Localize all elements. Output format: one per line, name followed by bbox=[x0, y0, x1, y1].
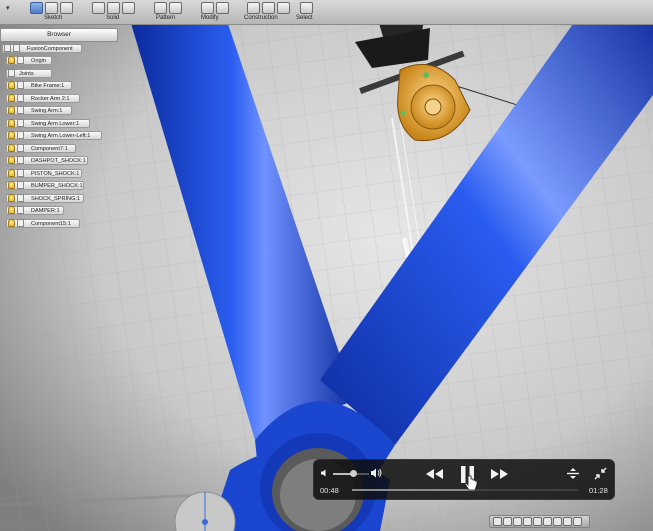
component-icon bbox=[17, 131, 24, 139]
axis-icon[interactable] bbox=[262, 2, 275, 14]
display-settings-icon[interactable] bbox=[573, 517, 582, 526]
browser-panel: Browser FusionComponent Origin Joints Bi… bbox=[0, 28, 118, 230]
visibility-bulb-icon[interactable] bbox=[8, 168, 15, 177]
pointer-icon[interactable] bbox=[30, 2, 43, 14]
component-icon bbox=[17, 181, 24, 189]
pan-icon[interactable] bbox=[513, 517, 522, 526]
rectangle-icon[interactable] bbox=[45, 2, 58, 14]
toolbar-label-select: Select bbox=[296, 15, 313, 21]
visibility-bulb-icon[interactable] bbox=[8, 206, 15, 214]
visibility-bulb-icon[interactable] bbox=[8, 81, 15, 89]
tree-item-component7[interactable]: Component7:1 bbox=[0, 143, 118, 155]
zoom-icon[interactable] bbox=[523, 517, 532, 526]
component-icon bbox=[17, 118, 24, 127]
document-icon bbox=[13, 43, 20, 52]
component-icon bbox=[17, 193, 24, 202]
fast-forward-icon[interactable] bbox=[490, 468, 510, 480]
component-icon bbox=[17, 156, 24, 164]
exit-fullscreen-icon[interactable] bbox=[594, 467, 607, 480]
component-icon bbox=[17, 168, 24, 177]
tree-item-rocker-arm[interactable]: Rocker Arm 2:1 bbox=[0, 93, 118, 105]
mirror-icon[interactable] bbox=[169, 2, 182, 14]
circle-icon[interactable] bbox=[60, 2, 73, 14]
select-arrow-icon[interactable] bbox=[300, 2, 313, 14]
chevron-down-icon[interactable]: ▾ bbox=[6, 4, 10, 12]
tree-item-bike-frame[interactable]: Bike Frame:1 bbox=[0, 80, 118, 92]
component-icon bbox=[17, 143, 24, 152]
folder-icon bbox=[17, 56, 24, 64]
camera-icon[interactable] bbox=[553, 517, 562, 526]
tree-item-swing-arm-lower[interactable]: Swing Arm Lower:1 bbox=[0, 118, 118, 130]
browser-title[interactable]: Browser bbox=[0, 28, 118, 42]
toolbar: ▾ Sketch Solid Pattern Modify Constructi… bbox=[0, 0, 653, 25]
toolbar-label-sketch: Sketch bbox=[44, 15, 63, 21]
visibility-bulb-icon[interactable] bbox=[8, 106, 15, 114]
visibility-bulb-icon[interactable] bbox=[8, 218, 15, 227]
orbit-icon[interactable] bbox=[503, 517, 512, 526]
current-time: 00:48 bbox=[320, 486, 339, 495]
tree-item-damper[interactable]: DAMPER:1 bbox=[0, 205, 118, 217]
plane-icon[interactable] bbox=[247, 2, 260, 14]
revolve-icon[interactable] bbox=[107, 2, 120, 14]
tree-item-piston-shock[interactable]: PISTON_SHOCK:1 bbox=[0, 168, 118, 180]
toolbar-label-pattern: Pattern bbox=[156, 15, 176, 21]
toolbar-section-construction[interactable]: Construction bbox=[243, 0, 293, 24]
toolbar-label-construction: Construction bbox=[244, 15, 278, 21]
component-icon bbox=[4, 43, 11, 52]
navigation-bar bbox=[489, 515, 590, 528]
component-icon bbox=[17, 218, 24, 227]
component-icon bbox=[17, 106, 24, 114]
point-icon[interactable] bbox=[277, 2, 290, 14]
folder-icon bbox=[8, 68, 15, 77]
chapters-icon[interactable] bbox=[566, 467, 580, 480]
tree-item-shock-spring[interactable]: SHOCK_SPRING:1 bbox=[0, 193, 118, 205]
total-time: 01:28 bbox=[589, 486, 608, 495]
volume-low-icon[interactable] bbox=[320, 468, 330, 478]
pointer-icon[interactable] bbox=[493, 517, 502, 526]
tree-item-joints[interactable]: Joints bbox=[0, 68, 118, 80]
chamfer-icon[interactable] bbox=[216, 2, 229, 14]
rewind-icon[interactable] bbox=[424, 468, 444, 480]
visibility-bulb-icon[interactable] bbox=[8, 181, 15, 189]
tree-item-swing-arm[interactable]: Swing Arm:1 bbox=[0, 105, 118, 117]
toolbar-label-modify: Modify bbox=[201, 15, 219, 21]
component-icon bbox=[17, 93, 24, 102]
tree-item-origin[interactable]: Origin bbox=[0, 55, 118, 67]
tree-item-bumper-shock[interactable]: BUMPER_SHOCK:1 bbox=[0, 180, 118, 192]
tree-root[interactable]: FusionComponent bbox=[0, 43, 118, 55]
visibility-bulb-icon[interactable] bbox=[8, 156, 15, 164]
visibility-bulb-icon[interactable] bbox=[8, 93, 15, 102]
grid-icon[interactable] bbox=[563, 517, 572, 526]
visibility-bulb-icon[interactable] bbox=[8, 193, 15, 202]
fit-icon[interactable] bbox=[533, 517, 542, 526]
component-icon bbox=[17, 81, 24, 89]
fillet-icon[interactable] bbox=[201, 2, 214, 14]
look-icon[interactable] bbox=[543, 517, 552, 526]
toolbar-section-sketch[interactable]: Sketch bbox=[28, 0, 88, 24]
volume-high-icon[interactable] bbox=[370, 467, 382, 479]
toolbar-section-solid[interactable]: Solid bbox=[92, 0, 144, 24]
visibility-bulb-icon[interactable] bbox=[8, 131, 15, 139]
mouse-cursor-icon bbox=[464, 475, 478, 491]
visibility-bulb-icon[interactable] bbox=[8, 143, 15, 152]
volume-knob[interactable] bbox=[349, 470, 357, 477]
toolbar-section-select[interactable]: Select bbox=[294, 0, 330, 24]
volume-slider[interactable] bbox=[333, 470, 369, 477]
sweep-icon[interactable] bbox=[122, 2, 135, 14]
toolbar-section-pattern[interactable]: Pattern bbox=[150, 0, 194, 24]
tree-item-swing-arm-lower-left[interactable]: Swing Arm Lower-Left:1 bbox=[0, 130, 118, 142]
pattern-icon[interactable] bbox=[154, 2, 167, 14]
visibility-bulb-icon[interactable] bbox=[8, 118, 15, 127]
tree-item-dashpot-shock[interactable]: DASHPOT_SHOCK:1 bbox=[0, 155, 118, 167]
component-icon bbox=[17, 206, 24, 214]
tree-item-component15[interactable]: Component15:1 bbox=[0, 218, 118, 230]
toolbar-label-solid: Solid bbox=[106, 15, 120, 21]
extrude-icon[interactable] bbox=[92, 2, 105, 14]
progress-bar-fill bbox=[352, 489, 476, 491]
toolbar-section-modify[interactable]: Modify bbox=[199, 0, 239, 24]
visibility-bulb-icon[interactable] bbox=[8, 56, 15, 64]
